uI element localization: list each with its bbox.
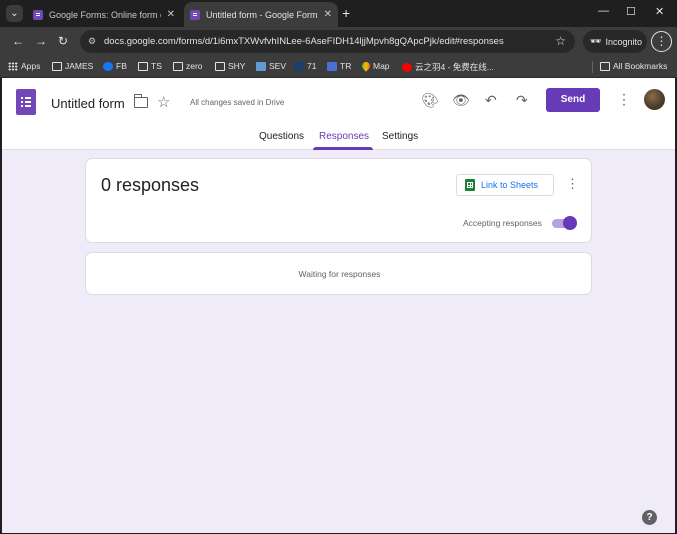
- folder-icon: [138, 61, 148, 71]
- avatar[interactable]: [644, 89, 665, 110]
- close-window-icon[interactable]: ✕: [655, 5, 664, 18]
- bookmark-sev[interactable]: SEV: [256, 61, 286, 71]
- site-info-icon[interactable]: ⚙: [88, 36, 96, 47]
- back-arrow-icon[interactable]: ←: [12, 34, 24, 48]
- waiting-message: Waiting for responses: [298, 269, 381, 279]
- incognito-label: Incognito: [605, 36, 642, 47]
- more-options-icon[interactable]: ⋮: [617, 91, 631, 108]
- waiting-card: Waiting for responses: [85, 252, 592, 295]
- forms-favicon-icon: [190, 9, 200, 20]
- bookmark-zero[interactable]: zero: [173, 61, 203, 71]
- bookmarks-divider: [592, 61, 593, 73]
- forms-page: Untitled form ☆ All changes saved in Dri…: [2, 78, 675, 533]
- url-text[interactable]: docs.google.com/forms/d/1i6mxTXWvfvhINLe…: [104, 36, 504, 47]
- google-sheets-icon: [465, 179, 475, 191]
- browser-tab-2[interactable]: Untitled form - Google Forms ✕: [184, 2, 338, 27]
- close-tab-icon[interactable]: ✕: [324, 9, 332, 20]
- bookmark-ts[interactable]: TS: [138, 61, 162, 71]
- browser-toolbar: ← → ↻ ⚙ docs.google.com/forms/d/1i6mxTXW…: [0, 27, 677, 56]
- home-icon: [256, 61, 266, 71]
- bookmark-map[interactable]: Map: [360, 60, 390, 72]
- responses-summary-card: 0 responses Link to Sheets ⋮ Accepting r…: [85, 158, 592, 243]
- forms-favicon-icon: [33, 9, 43, 20]
- tab-search-chevron-icon[interactable]: ⌄: [6, 5, 23, 22]
- forms-header: Untitled form ☆ All changes saved in Dri…: [2, 78, 675, 150]
- bookmark-star-icon[interactable]: ☆: [555, 34, 566, 48]
- bookmark-shy[interactable]: SHY: [215, 61, 245, 71]
- bookmarks-bar: Apps JAMES FB TS zero SHY SEV 71 TR Map …: [0, 56, 677, 78]
- browser-tab-title: Untitled form - Google Forms: [206, 9, 318, 20]
- folder-icon: [52, 61, 62, 71]
- undo-icon[interactable]: ↶: [485, 92, 497, 109]
- form-title[interactable]: Untitled form: [51, 96, 125, 111]
- folder-icon: [173, 61, 183, 71]
- move-to-folder-icon[interactable]: [133, 94, 148, 108]
- form-tabs: Questions Responses Settings: [2, 126, 675, 150]
- apps-grid-icon: [8, 61, 18, 71]
- browser-tab-title: Google Forms: Online form cre: [49, 9, 161, 20]
- browser-tab-1[interactable]: Google Forms: Online form cre ✕: [27, 2, 181, 27]
- reload-icon[interactable]: ↻: [58, 34, 68, 48]
- browser-menu-icon[interactable]: ⋮: [651, 31, 672, 52]
- site-icon: [294, 61, 304, 71]
- incognito-icon: 🕶: [590, 36, 602, 46]
- folder-icon: [215, 61, 225, 71]
- minimize-icon[interactable]: —: [598, 5, 609, 17]
- bookmark-james[interactable]: JAMES: [52, 61, 93, 71]
- send-button[interactable]: Send: [546, 88, 600, 112]
- folder-icon: [600, 61, 610, 71]
- responses-more-icon[interactable]: ⋮: [566, 176, 579, 192]
- bookmark-71[interactable]: 71: [294, 61, 316, 71]
- maximize-icon[interactable]: ☐: [626, 5, 636, 18]
- star-icon[interactable]: ☆: [157, 93, 170, 111]
- toggle-knob[interactable]: [563, 216, 577, 230]
- bookmark-video[interactable]: 云之羽4 - 免费在线...: [402, 61, 494, 73]
- tab-settings[interactable]: Settings: [382, 131, 418, 142]
- tab-responses[interactable]: Responses: [319, 131, 369, 142]
- browser-tabstrip: ⌄ Google Forms: Online form cre ✕ Untitl…: [0, 0, 677, 27]
- bookmark-tr[interactable]: TR: [327, 61, 351, 71]
- tab-questions[interactable]: Questions: [259, 131, 304, 142]
- translate-icon: [327, 61, 337, 71]
- forward-arrow-icon[interactable]: →: [35, 34, 47, 48]
- all-bookmarks[interactable]: All Bookmarks: [600, 61, 667, 71]
- response-count: 0 responses: [101, 175, 200, 195]
- link-to-sheets-label: Link to Sheets: [481, 180, 539, 190]
- save-status: All changes saved in Drive: [190, 98, 285, 107]
- help-icon[interactable]: ?: [642, 510, 657, 525]
- preview-eye-icon[interactable]: 👁︎: [452, 92, 470, 109]
- facebook-icon: [103, 61, 113, 71]
- accepting-responses-label: Accepting responses: [463, 218, 542, 228]
- active-tab-indicator: [313, 147, 373, 150]
- link-to-sheets-button[interactable]: Link to Sheets: [456, 174, 554, 196]
- video-icon: [402, 62, 412, 72]
- map-pin-icon: [360, 60, 372, 72]
- bookmark-apps[interactable]: Apps: [8, 61, 40, 71]
- incognito-indicator[interactable]: 🕶 Incognito: [583, 30, 647, 53]
- close-tab-icon[interactable]: ✕: [167, 9, 175, 20]
- palette-icon[interactable]: 🎨︎: [421, 92, 439, 109]
- new-tab-plus-icon[interactable]: +: [342, 5, 350, 22]
- address-bar[interactable]: ⚙ docs.google.com/forms/d/1i6mxTXWvfvhIN…: [80, 30, 575, 53]
- bookmark-fb[interactable]: FB: [103, 61, 127, 71]
- google-forms-logo-icon[interactable]: [16, 89, 36, 115]
- redo-icon[interactable]: ↷: [516, 92, 528, 109]
